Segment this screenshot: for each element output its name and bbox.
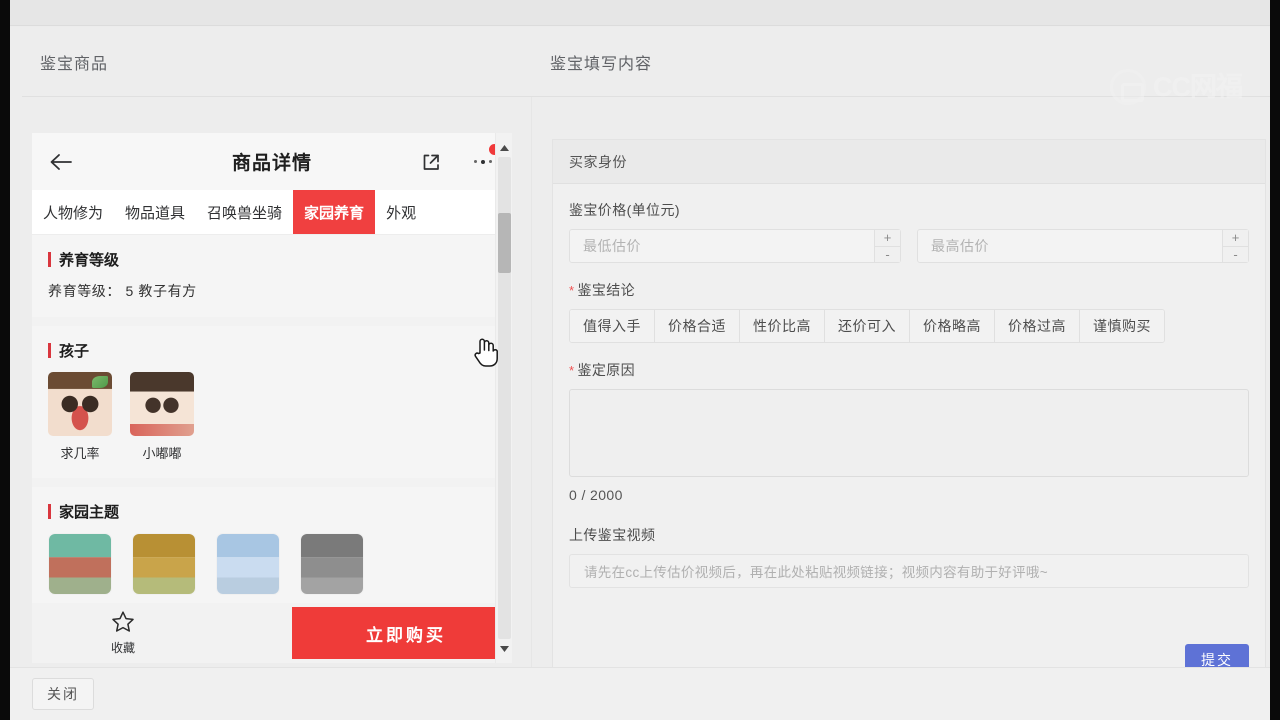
conclusion-option-jiageguogao[interactable]: 价格过高 xyxy=(995,310,1080,342)
detail-tab-bar: 人物修为 物品道具 召唤兽坐骑 家园养育 外观 xyxy=(32,190,512,235)
list-item[interactable]: 小嘟嘟 xyxy=(130,372,194,462)
child-avatar-1 xyxy=(48,372,112,436)
section-yangyu-dengji: 养育等级 养育等级： 5 教子有方 xyxy=(32,235,512,317)
left-column-title: 鉴宝商品 xyxy=(40,55,109,73)
conclusion-field-label: 鉴宝结论 xyxy=(569,280,1249,300)
conclusion-option-zhidedaoshou[interactable]: 值得入手 xyxy=(570,310,655,342)
reason-char-counter: 0 / 2000 xyxy=(569,487,623,503)
favorite-button[interactable]: 收藏 xyxy=(92,610,154,656)
min-price-increment-button[interactable]: + xyxy=(875,230,900,247)
buy-now-button[interactable]: 立即购买 xyxy=(292,607,512,659)
price-field-label: 鉴宝价格(单位元) xyxy=(569,202,680,218)
reason-textarea[interactable] xyxy=(569,389,1249,477)
house-theme-blue[interactable] xyxy=(216,533,280,595)
preview-topbar: 商品详情 xyxy=(32,133,512,190)
conclusion-option-jiagehesshi[interactable]: 价格合适 xyxy=(655,310,740,342)
tab-label: 人物修为 xyxy=(43,204,104,222)
detail-action-bar: 收藏 立即购买 xyxy=(32,603,512,663)
max-price-stepper[interactable]: 最高估价 + - xyxy=(917,229,1249,263)
tab-waiguan[interactable]: 外观 xyxy=(375,190,427,234)
child-name: 小嘟嘟 xyxy=(142,446,182,461)
more-dots-icon[interactable] xyxy=(468,143,500,170)
close-button[interactable]: 关闭 xyxy=(32,678,94,710)
list-item[interactable]: 求几率 xyxy=(48,372,112,462)
section-title: 孩子 xyxy=(48,340,496,361)
house-theme-gold[interactable] xyxy=(132,533,196,595)
tab-wupin-daoju[interactable]: 物品道具 xyxy=(114,190,196,234)
buyer-identity-header: 买家身份 xyxy=(553,140,1265,184)
caret-down-icon[interactable] xyxy=(496,640,512,657)
reason-field-label: 鉴定原因 xyxy=(569,360,1249,380)
video-field-label: 上传鉴宝视频 xyxy=(569,527,656,543)
max-price-input[interactable]: 最高估价 xyxy=(918,230,1222,262)
house-theme-green[interactable] xyxy=(48,533,112,595)
left-column-header: 鉴宝商品 xyxy=(22,27,532,97)
max-price-decrement-button[interactable]: - xyxy=(1223,246,1248,262)
section-haizi: 孩子 求几率 小嘟嘟 xyxy=(32,326,512,478)
panel-divider xyxy=(531,97,532,667)
detail-scroll-body[interactable]: 养育等级 养育等级： 5 教子有方 孩子 求几率 小嘟嘟 家园主题 xyxy=(32,235,512,663)
min-price-input[interactable]: 最低估价 xyxy=(570,230,874,262)
min-price-stepper[interactable]: 最低估价 + - xyxy=(569,229,901,263)
conclusion-option-jiagelvegao[interactable]: 价格略高 xyxy=(910,310,995,342)
house-theme-grey[interactable] xyxy=(300,533,364,595)
scrollbar-thumb[interactable] xyxy=(498,213,511,273)
section-title: 养育等级 xyxy=(48,249,496,270)
caret-up-icon[interactable] xyxy=(496,139,512,156)
max-price-increment-button[interactable]: + xyxy=(1223,230,1248,247)
child-avatar-2 xyxy=(130,372,194,436)
dialog-footer: 关闭 xyxy=(10,667,1270,720)
section-title: 家园主题 xyxy=(48,501,496,522)
back-arrow-icon[interactable] xyxy=(46,147,76,177)
yangyu-level-text: 养育等级： 5 教子有方 xyxy=(48,283,197,299)
max-price-spinner: + - xyxy=(1222,230,1248,262)
tab-label: 召唤兽坐骑 xyxy=(207,204,283,222)
tab-label: 外观 xyxy=(386,204,417,222)
appraisal-dialog: 鉴宝商品 鉴宝填写内容 CC网福 商品详情 人物修为 物品道具 召唤兽坐骑 家园… xyxy=(10,27,1270,689)
child-name: 求几率 xyxy=(60,446,100,461)
conclusion-options: 值得入手 价格合适 性价比高 还价可入 价格略高 价格过高 谨慎购买 xyxy=(569,309,1165,343)
app-root: 鉴宝商品 鉴宝填写内容 CC网福 商品详情 人物修为 物品道具 召唤兽坐骑 家园… xyxy=(0,0,1280,720)
min-price-decrement-button[interactable]: - xyxy=(875,246,900,262)
favorite-label: 收藏 xyxy=(110,641,135,655)
detail-scrollbar[interactable] xyxy=(495,133,512,663)
tab-label: 家园养育 xyxy=(304,204,365,222)
preview-topbar-actions xyxy=(420,133,500,190)
price-range-row: 最低估价 + - 最高估价 + - xyxy=(569,229,1249,263)
tab-label: 物品道具 xyxy=(125,204,186,222)
product-detail-preview: 商品详情 人物修为 物品道具 召唤兽坐骑 家园养育 外观 养育等级 养育等级： … xyxy=(32,133,512,663)
tab-zhaohuanshou-zuoqi[interactable]: 召唤兽坐骑 xyxy=(196,190,293,234)
right-column-title: 鉴宝填写内容 xyxy=(550,55,653,73)
form-body: 鉴宝价格(单位元) 最低估价 + - 最高估价 + - * 鉴宝结论 值得入手 … xyxy=(553,184,1265,632)
tab-renwu-xiuwei[interactable]: 人物修为 xyxy=(32,190,114,234)
video-link-input[interactable]: 请先在cc上传估价视频后，再在此处粘贴视频链接；视频内容有助于好评哦~ xyxy=(569,554,1249,588)
children-list: 求几率 小嘟嘟 xyxy=(48,372,496,462)
tab-jiayuan-yangyu[interactable]: 家园养育 xyxy=(293,190,376,234)
house-theme-list xyxy=(48,533,496,595)
section-jiayuan-zhuti: 家园主题 xyxy=(32,487,512,611)
conclusion-option-huanjiakeru[interactable]: 还价可入 xyxy=(825,310,910,342)
window-top-strip xyxy=(10,0,1270,26)
right-column-header: 鉴宝填写内容 xyxy=(532,27,1270,97)
share-external-link-icon[interactable] xyxy=(420,151,442,173)
min-price-spinner: + - xyxy=(874,230,900,262)
star-outline-icon xyxy=(111,611,135,637)
appraisal-form: 买家身份 鉴宝价格(单位元) 最低估价 + - 最高估价 + - * 鉴宝结论 … xyxy=(552,139,1266,689)
conclusion-option-jinshengoumai[interactable]: 谨慎购买 xyxy=(1080,310,1164,342)
conclusion-option-xingjiabigao[interactable]: 性价比高 xyxy=(740,310,825,342)
